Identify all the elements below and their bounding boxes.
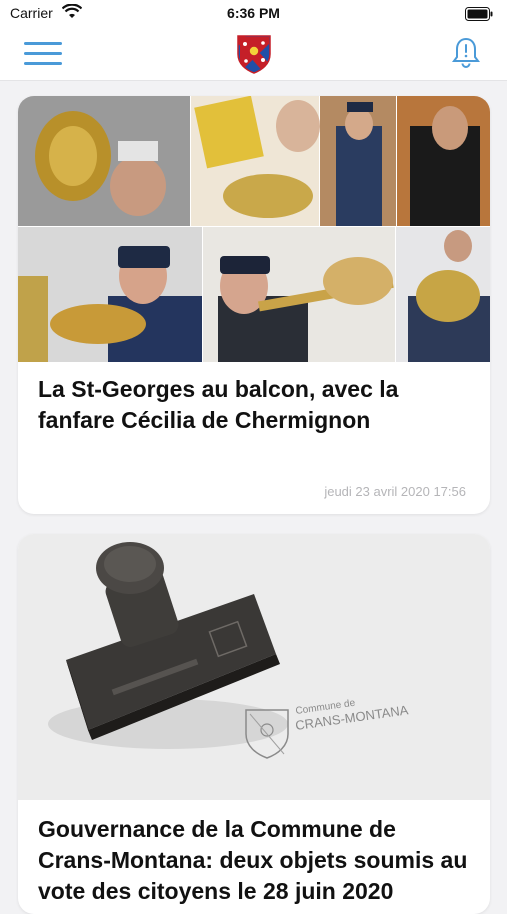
fanfare-collage-image xyxy=(18,96,490,362)
news-card-title[interactable]: Gouvernance de la Commune de Crans-Monta… xyxy=(38,814,470,907)
crans-montana-crest-icon[interactable] xyxy=(236,34,272,74)
commune-stamp-image: Commune de CRANS-MONTANA xyxy=(18,534,490,800)
news-card-date: jeudi 23 avril 2020 17:56 xyxy=(324,484,466,499)
clock-label: 6:36 PM xyxy=(227,5,280,21)
hamburger-menu-icon[interactable] xyxy=(24,40,62,66)
battery-icon xyxy=(465,7,493,26)
notification-bell-icon[interactable] xyxy=(451,36,481,70)
news-card-title[interactable]: La St-Georges au balcon, avec la fanfare… xyxy=(38,374,470,436)
navigation-bar xyxy=(0,28,507,81)
status-bar: Carrier 6:36 PM xyxy=(0,0,507,28)
news-card[interactable]: La St-Georges au balcon, avec la fanfare… xyxy=(18,96,490,514)
news-card[interactable]: Commune de CRANS-MONTANA Gouvernance de … xyxy=(18,534,490,914)
